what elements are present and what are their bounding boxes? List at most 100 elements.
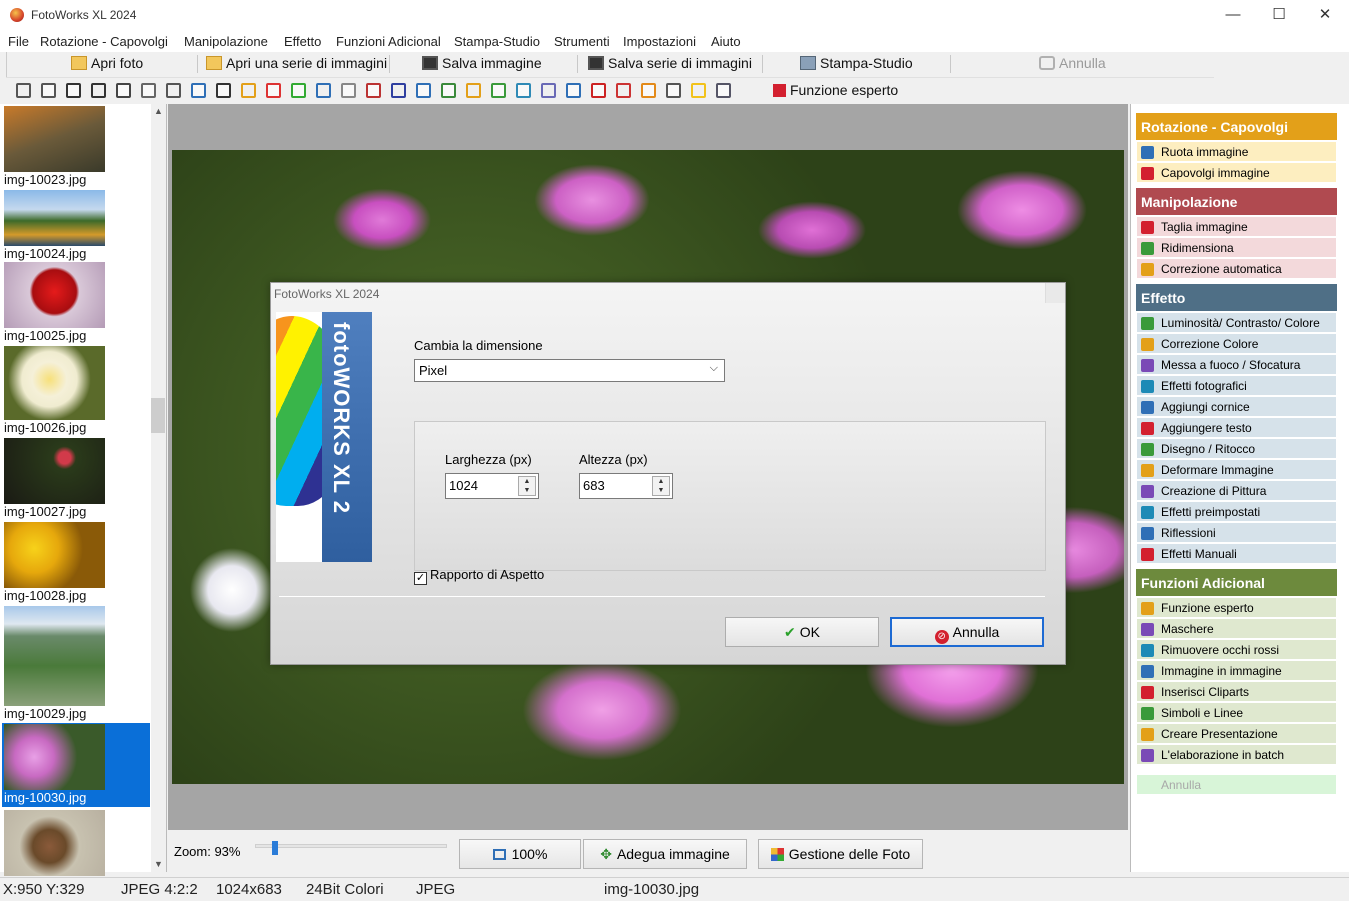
mirror-icon[interactable]: [141, 83, 156, 98]
zoom-slider-thumb[interactable]: [272, 841, 278, 855]
zoom-100-button[interactable]: 100%: [459, 839, 581, 869]
scroll-down-icon[interactable]: ▼: [154, 859, 163, 869]
rotate-right-icon[interactable]: [41, 83, 56, 98]
thumbnail-item[interactable]: img-10027.jpg: [4, 438, 105, 522]
menu-help[interactable]: Aiuto: [711, 34, 741, 49]
panel-item-additional[interactable]: Rimuovere occhi rossi: [1137, 640, 1336, 660]
close-button[interactable]: ✕: [1302, 0, 1348, 31]
maximize-button[interactable]: ☐: [1256, 0, 1302, 31]
draw-icon[interactable]: [416, 83, 431, 98]
thumbnail-item[interactable]: img-10028.jpg: [4, 522, 105, 606]
batch-icon[interactable]: [716, 83, 731, 98]
width-spinbox[interactable]: 1024 ▲ ▼: [445, 473, 539, 499]
panel-item-manipulation[interactable]: Taglia immagine: [1137, 217, 1336, 237]
unit-select[interactable]: Pixel ⌵: [414, 359, 725, 382]
menu-rotation[interactable]: Rotazione - Capovolgi: [40, 34, 168, 49]
section-header-rotation[interactable]: Rotazione - Capovolgi: [1136, 113, 1337, 140]
red-eye-icon[interactable]: [591, 83, 606, 98]
menu-file[interactable]: File: [8, 34, 29, 49]
panel-item-rotation[interactable]: Capovolgi immagine: [1137, 163, 1336, 183]
pip-icon[interactable]: [616, 83, 631, 98]
panel-item-manipulation[interactable]: Ridimensiona: [1137, 238, 1336, 258]
manual-effect-icon[interactable]: [541, 83, 556, 98]
open-series-button[interactable]: Apri una serie di immagini: [206, 55, 387, 75]
deform-icon[interactable]: [441, 83, 456, 98]
expert-function-button[interactable]: Funzione esperto: [773, 82, 898, 102]
preset-icon[interactable]: [491, 83, 506, 98]
panel-item-additional[interactable]: Maschere: [1137, 619, 1336, 639]
thumbnail-item[interactable]: img-10025.jpg: [4, 262, 105, 346]
spin-arrows-icon[interactable]: ▲ ▼: [652, 476, 670, 496]
panel-item-effect[interactable]: Effetti fotografici: [1137, 376, 1336, 396]
reflection-icon[interactable]: [516, 83, 531, 98]
scrollbar-thumb[interactable]: [151, 398, 165, 433]
section-header-manipulation[interactable]: Manipolazione: [1136, 188, 1337, 215]
spin-arrows-icon[interactable]: ▲ ▼: [518, 476, 536, 496]
crop-icon[interactable]: [216, 83, 231, 98]
panel-item-additional[interactable]: Simboli e Linee: [1137, 703, 1336, 723]
section-header-additional[interactable]: Funzioni Adicional: [1136, 569, 1337, 596]
thumbnail-scrollbar[interactable]: ▲ ▼: [151, 104, 166, 872]
panel-item-effect[interactable]: Creazione di Pittura: [1137, 481, 1336, 501]
panel-item-effect[interactable]: Aggiungere testo: [1137, 418, 1336, 438]
clipart-icon[interactable]: [641, 83, 656, 98]
thumbnail-item[interactable]: img-10026.jpg: [4, 346, 105, 438]
cancel-button[interactable]: ⊘ Annulla: [890, 617, 1044, 647]
menu-effect[interactable]: Effetto: [284, 34, 321, 49]
thumbnail-item[interactable]: [4, 810, 105, 876]
dialog-close-button[interactable]: [1045, 283, 1065, 303]
frame-icon[interactable]: [366, 83, 381, 98]
panel-item-additional[interactable]: Immagine in immagine: [1137, 661, 1336, 681]
photo-manager-button[interactable]: Gestione delle Foto: [758, 839, 923, 869]
height-spinbox[interactable]: 683 ▲ ▼: [579, 473, 673, 499]
mask-icon[interactable]: [566, 83, 581, 98]
panel-item-effect[interactable]: Correzione Colore: [1137, 334, 1336, 354]
print-studio-button[interactable]: Stampa-Studio: [800, 55, 913, 75]
wand-icon[interactable]: [241, 83, 256, 98]
undo-button[interactable]: Annulla: [1039, 55, 1106, 75]
menu-manipulation[interactable]: Manipolazione: [184, 34, 268, 49]
panel-item-effect[interactable]: Aggiungi cornice: [1137, 397, 1336, 417]
sharpen-icon[interactable]: [316, 83, 331, 98]
panel-item-additional[interactable]: L'elaborazione in batch: [1137, 745, 1336, 765]
panel-item-effect[interactable]: Deformare Immagine: [1137, 460, 1336, 480]
panel-item-effect[interactable]: Effetti preimpostati: [1137, 502, 1336, 522]
text-icon[interactable]: [391, 83, 406, 98]
menu-settings[interactable]: Impostazioni: [623, 34, 696, 49]
rotate-cw-icon[interactable]: [91, 83, 106, 98]
save-image-button[interactable]: Salva immagine: [422, 55, 542, 75]
panel-item-effect[interactable]: Messa a fuoco / Sfocatura: [1137, 355, 1336, 375]
minimize-button[interactable]: —: [1210, 0, 1256, 31]
panel-item-effect[interactable]: Disegno / Ritocco: [1137, 439, 1336, 459]
section-header-effect[interactable]: Effetto: [1136, 284, 1337, 311]
rotate-ccw-icon[interactable]: [66, 83, 81, 98]
menu-tools[interactable]: Strumenti: [554, 34, 610, 49]
panel-item-additional[interactable]: Funzione esperto: [1137, 598, 1336, 618]
aspect-ratio-checkbox[interactable]: ✓: [414, 572, 427, 585]
photo-effect-icon[interactable]: [341, 83, 356, 98]
menu-print-studio[interactable]: Stampa-Studio: [454, 34, 540, 49]
levels-icon[interactable]: [266, 83, 281, 98]
flip-vertical-icon[interactable]: [166, 83, 181, 98]
panel-item-rotation[interactable]: Ruota immagine: [1137, 142, 1336, 162]
ok-button[interactable]: ✔ OK: [725, 617, 879, 647]
save-series-button[interactable]: Salva serie di immagini: [588, 55, 752, 75]
panel-item-additional[interactable]: Creare Presentazione: [1137, 724, 1336, 744]
panel-undo-button[interactable]: Annulla: [1137, 775, 1336, 795]
flip-icon[interactable]: [116, 83, 131, 98]
panel-item-effect[interactable]: Luminosità/ Contrasto/ Colore: [1137, 313, 1336, 333]
thumbnail-item[interactable]: img-10024.jpg: [4, 190, 105, 264]
color-icon[interactable]: [291, 83, 306, 98]
aspect-ratio-row[interactable]: ✓ Rapporto di Aspetto: [414, 567, 544, 585]
paint-icon[interactable]: [466, 83, 481, 98]
scroll-up-icon[interactable]: ▲: [154, 106, 163, 116]
open-photo-button[interactable]: Apri foto: [71, 55, 143, 75]
thumbnail-item[interactable]: img-10029.jpg: [4, 606, 105, 724]
thumbnail-item-selected[interactable]: img-10030.jpg: [4, 724, 105, 808]
panel-item-effect[interactable]: Effetti Manuali: [1137, 544, 1336, 564]
panel-item-additional[interactable]: Inserisci Cliparts: [1137, 682, 1336, 702]
rotate-left-icon[interactable]: [16, 83, 31, 98]
thumbnail-item[interactable]: img-10023.jpg: [4, 106, 105, 190]
zoom-slider-track[interactable]: [255, 844, 447, 848]
panel-item-manipulation[interactable]: Correzione automatica: [1137, 259, 1336, 279]
